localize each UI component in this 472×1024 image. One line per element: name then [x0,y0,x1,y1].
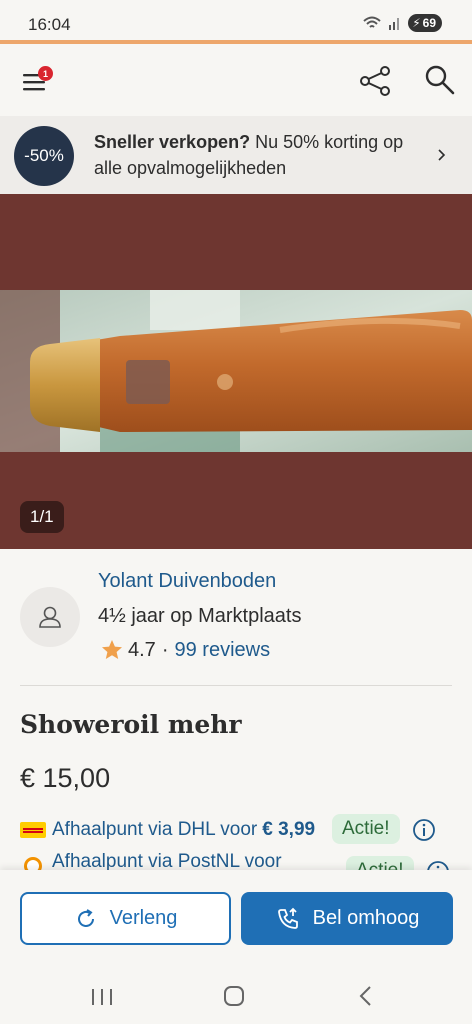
extend-button-label: Verleng [109,907,178,929]
back-icon[interactable] [356,984,376,1008]
shipping-price: € 3,99 [262,819,316,840]
divider [20,685,452,686]
app-bar: 1 [0,44,472,116]
promo-text: Sneller verkopen? Nu 50% korting op alle… [94,129,434,181]
battery-bolt-icon: ⚡ [412,16,421,30]
search-button[interactable] [422,62,458,98]
bottom-action-bar: Verleng Bel omhoog [0,870,472,970]
reviews-link[interactable]: 99 reviews [174,639,270,662]
share-icon [360,66,390,96]
seller-card[interactable]: Yolant Duivenboden 4½ jaar op Marktplaat… [0,549,472,685]
battery-indicator: ⚡ 69 [408,14,442,32]
recents-icon[interactable] [90,986,114,1008]
listing-title: Showeroil mehr [20,710,242,739]
shipping-label-text: Afhaalpunt via DHL voor [52,819,258,840]
status-time: 16:04 [28,15,71,34]
bump-button[interactable]: Bel omhoog [241,892,453,945]
phone-up-icon [277,907,298,929]
system-nav-bar [0,970,472,1024]
status-bar: 16:04 ⚡ 69 [0,0,472,42]
rating-separator: · [161,638,169,661]
signal-icon [389,18,400,30]
extend-button[interactable]: Verleng [20,892,231,945]
bump-button-label: Bel omhoog [312,907,420,929]
seller-name-link[interactable]: Yolant Duivenboden [98,570,276,593]
product-photo[interactable] [0,290,472,452]
battery-level: 69 [422,16,436,30]
info-icon[interactable] [412,818,436,842]
discount-badge: -50% [14,126,74,186]
notification-badge: 1 [38,66,53,81]
promo-banner[interactable]: -50% Sneller verkopen? Nu 50% korting op… [0,116,472,194]
seller-membership: 4½ jaar op Marktplaats [98,605,302,627]
dhl-icon [20,822,46,838]
refresh-icon [77,908,94,927]
user-icon [39,606,61,628]
chevron-right-icon [438,149,446,161]
shipping-label-text: Afhaalpunt via PostNL voor [52,851,282,872]
wifi-icon [363,16,381,28]
postnl-icon [24,857,42,871]
share-button[interactable] [358,64,392,98]
promo-text-bold: Sneller verkopen? [94,132,251,152]
avatar [20,587,80,647]
search-icon [425,65,455,95]
listing-price: € 15,00 [20,763,111,793]
photo-counter: 1/1 [20,501,64,533]
star-icon [102,640,122,659]
seller-rating: 4.7 · 99 reviews [100,638,270,662]
photo-gallery[interactable]: 1/1 [0,194,472,549]
home-icon[interactable] [222,984,246,1008]
shipping-label: Afhaalpunt via DHL voor € 3,99 [52,819,315,841]
actie-badge: Actie! [332,814,400,844]
status-icons: ⚡ 69 [362,14,442,32]
rating-score: 4.7 [128,638,156,661]
shipping-option-dhl[interactable]: Afhaalpunt via DHL voor € 3,99 Actie! [20,814,472,846]
product-image [0,290,472,452]
